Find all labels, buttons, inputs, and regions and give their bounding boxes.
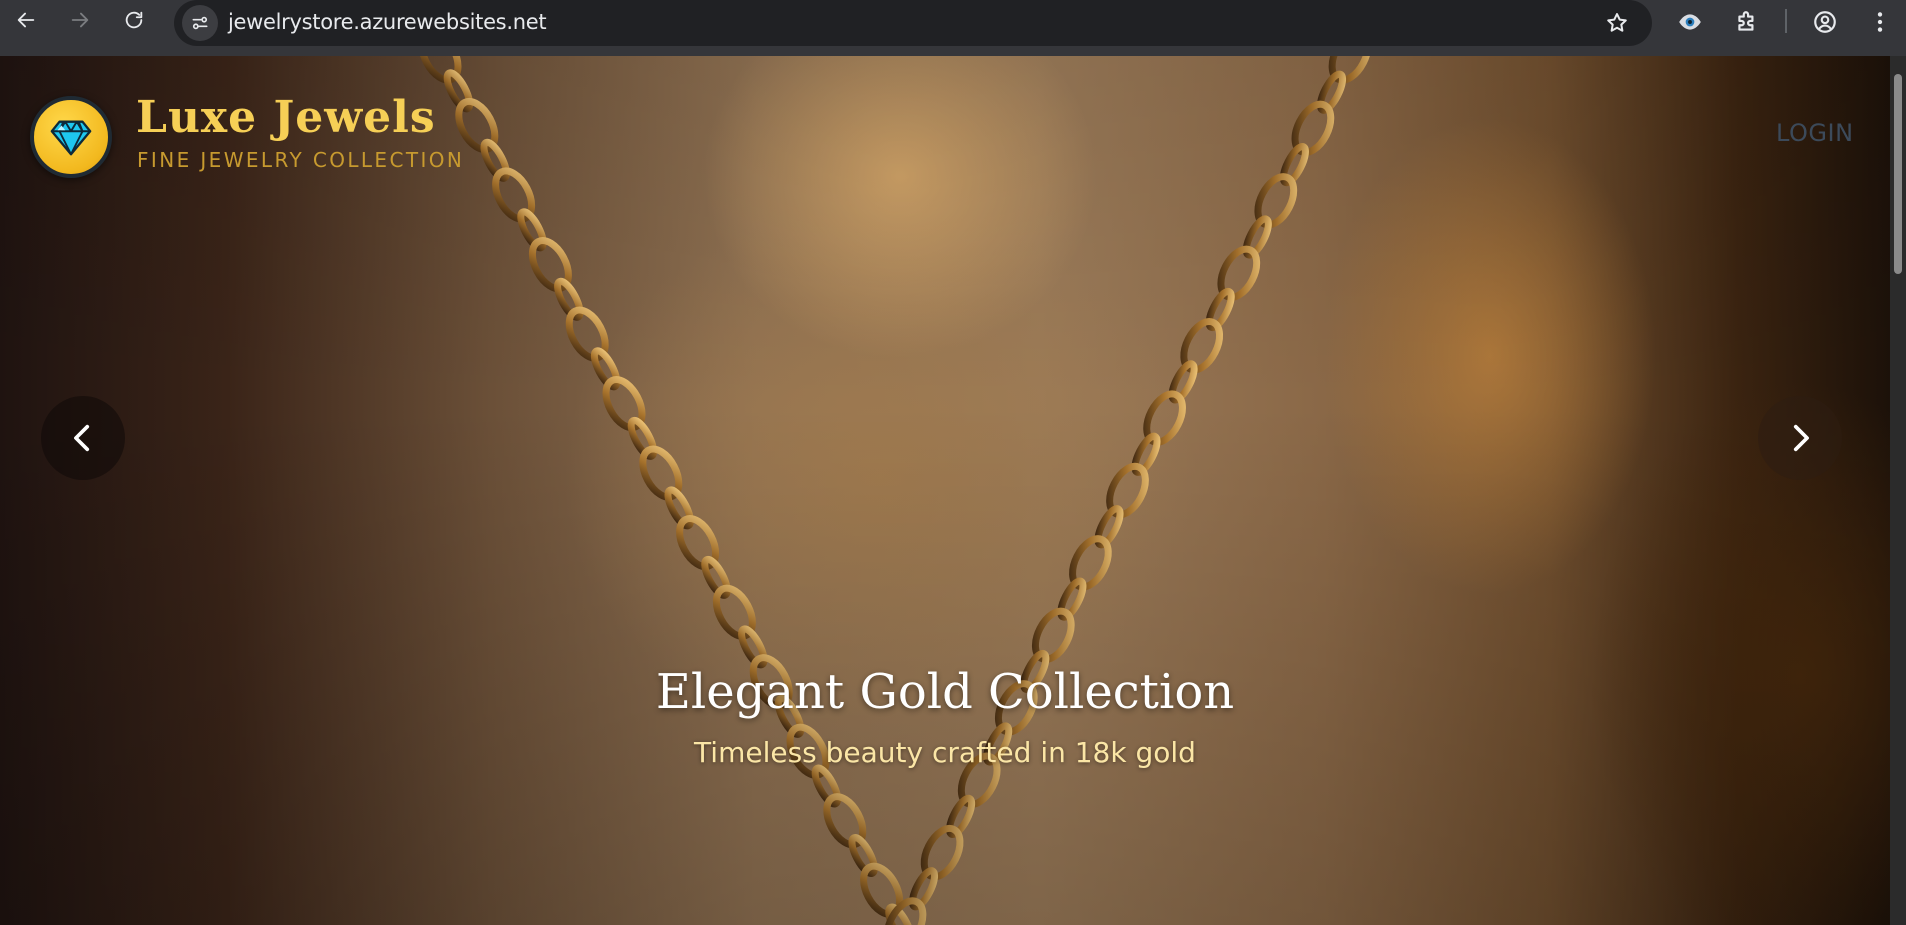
slide-subtitle: Timeless beauty crafted in 18k gold — [694, 736, 1196, 769]
hero-shade-overlay — [0, 56, 1890, 925]
logo[interactable] — [30, 96, 112, 178]
menu-dots-icon — [1877, 12, 1883, 32]
eye-extension-button[interactable] — [1672, 4, 1708, 40]
slide-title: Elegant Gold Collection — [655, 664, 1235, 720]
extensions-puzzle-icon — [1738, 11, 1754, 31]
login-link[interactable]: LOGIN — [1776, 119, 1854, 147]
extensions-button[interactable] — [1729, 4, 1765, 40]
page-viewport: Luxe Jewels FINE JEWELRY COLLECTION LOGI… — [0, 56, 1906, 925]
carousel-prev-button[interactable] — [41, 396, 125, 480]
url-text[interactable]: jewelrystore.azurewebsites.net — [228, 10, 547, 34]
bookmark-star-icon — [1607, 13, 1627, 32]
site-info-button[interactable] — [182, 5, 218, 41]
carousel-next-button[interactable] — [1758, 396, 1842, 480]
back-button[interactable] — [8, 2, 44, 38]
toolbar-divider — [1785, 9, 1787, 33]
eye-extension-icon — [1679, 14, 1701, 30]
bookmark-button[interactable] — [1600, 6, 1634, 40]
profile-button[interactable] — [1807, 4, 1843, 40]
chevron-right-icon — [1793, 424, 1809, 452]
browser-toolbar: jewelrystore.azurewebsites.net — [0, 0, 1906, 56]
page-scrollbar[interactable] — [1890, 56, 1906, 925]
reload-icon — [125, 11, 143, 29]
reload-button[interactable] — [116, 2, 152, 38]
back-icon — [17, 12, 35, 28]
brand-tagline: FINE JEWELRY COLLECTION — [137, 148, 465, 172]
browser-menu-button[interactable] — [1862, 4, 1898, 40]
forward-button[interactable] — [62, 2, 98, 38]
hero-carousel: Luxe Jewels FINE JEWELRY COLLECTION LOGI… — [0, 56, 1890, 925]
scrollbar-thumb[interactable] — [1894, 74, 1902, 274]
forward-icon — [71, 12, 89, 28]
chevron-left-icon — [74, 424, 90, 452]
profile-icon — [1814, 11, 1836, 33]
address-bar[interactable]: jewelrystore.azurewebsites.net — [174, 0, 1652, 46]
diamond-icon — [50, 120, 92, 156]
site-info-icon — [192, 16, 208, 30]
brand-name[interactable]: Luxe Jewels — [136, 92, 436, 143]
